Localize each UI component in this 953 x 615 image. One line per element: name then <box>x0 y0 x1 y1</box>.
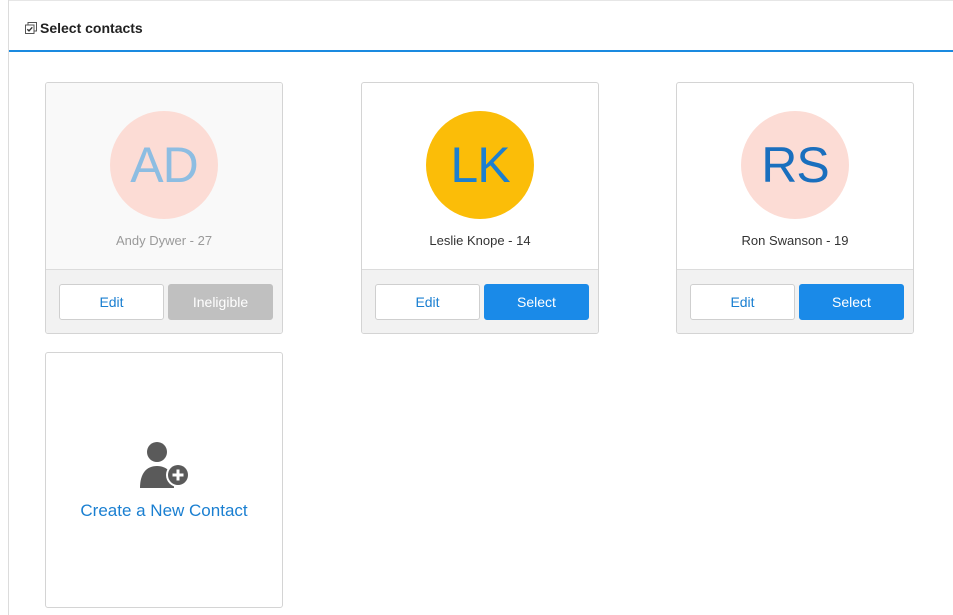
avatar: AD <box>110 111 218 219</box>
panel-header: Select contacts <box>9 0 953 52</box>
add-user-icon <box>140 442 190 488</box>
contact-card-body: RS Ron Swanson - 19 <box>677 83 913 269</box>
contact-card-leslie: LK Leslie Knope - 14 Edit Select <box>361 82 599 334</box>
avatar: LK <box>426 111 534 219</box>
contact-card-body: LK Leslie Knope - 14 <box>362 83 598 269</box>
contact-card-footer: Edit Select <box>677 269 913 333</box>
contact-name: Ron Swanson - 19 <box>741 233 849 248</box>
edit-button[interactable]: Edit <box>375 284 480 320</box>
panel-title: Select contacts <box>40 20 143 36</box>
select-button[interactable]: Select <box>799 284 904 320</box>
contact-name: Andy Dywer - 27 <box>115 233 213 248</box>
avatar: RS <box>741 111 849 219</box>
contact-card-ron: RS Ron Swanson - 19 Edit Select <box>676 82 914 334</box>
create-contact-link[interactable]: Create a New Contact <box>46 501 282 521</box>
create-contact-card[interactable]: Create a New Contact <box>45 352 283 608</box>
edit-button[interactable]: Edit <box>690 284 795 320</box>
contact-card-andy: AD Andy Dywer - 27 Edit Ineligible <box>45 82 283 334</box>
ineligible-button: Ineligible <box>168 284 273 320</box>
select-button[interactable]: Select <box>484 284 589 320</box>
checklist-icon <box>25 22 37 34</box>
contact-card-footer: Edit Ineligible <box>46 269 282 333</box>
edit-button[interactable]: Edit <box>59 284 164 320</box>
contact-card-footer: Edit Select <box>362 269 598 333</box>
contact-name: Leslie Knope - 14 <box>429 233 531 248</box>
contact-card-body: AD Andy Dywer - 27 <box>46 83 282 269</box>
